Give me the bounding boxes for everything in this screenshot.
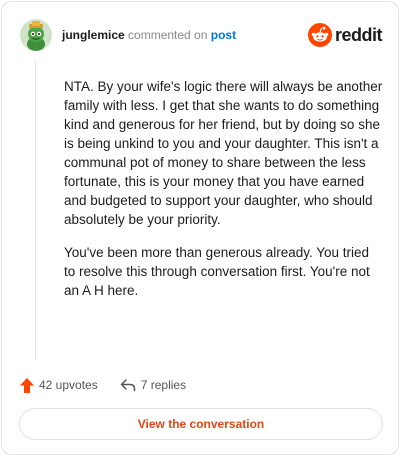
upvote-button[interactable]: 42 upvotes — [20, 377, 98, 393]
reddit-brand[interactable]: reddit — [307, 22, 383, 48]
byline: junglemice commented on post — [62, 28, 236, 42]
post-link[interactable]: post — [211, 28, 236, 42]
replies-button[interactable]: 7 replies — [120, 378, 186, 392]
comment-paragraph: You've been more than generous already. … — [64, 245, 370, 298]
comment-actions: 42 upvotes 7 replies — [20, 375, 186, 395]
comment-header: junglemice commented on post reddit — [20, 19, 383, 51]
comment-body: NTA. By your wife's logic there will alw… — [64, 77, 384, 314]
view-conversation-button[interactable]: View the conversation — [19, 408, 383, 440]
reddit-logo-icon — [307, 23, 332, 47]
upvote-count: 42 upvotes — [39, 378, 98, 392]
reddit-wordmark: reddit — [334, 24, 383, 45]
comment-card: junglemice commented on post reddit NTA.… — [1, 1, 399, 455]
snoo-avatar-icon[interactable] — [20, 19, 52, 51]
byline-action-text: commented on — [128, 28, 208, 42]
comment-paragraph: NTA. By your wife's logic there will alw… — [64, 79, 383, 227]
reply-arrow-icon — [120, 379, 135, 392]
thread-line — [35, 60, 36, 360]
upvote-arrow-icon — [20, 377, 34, 393]
author-link[interactable]: junglemice — [62, 28, 125, 42]
reply-count: 7 replies — [140, 378, 187, 392]
